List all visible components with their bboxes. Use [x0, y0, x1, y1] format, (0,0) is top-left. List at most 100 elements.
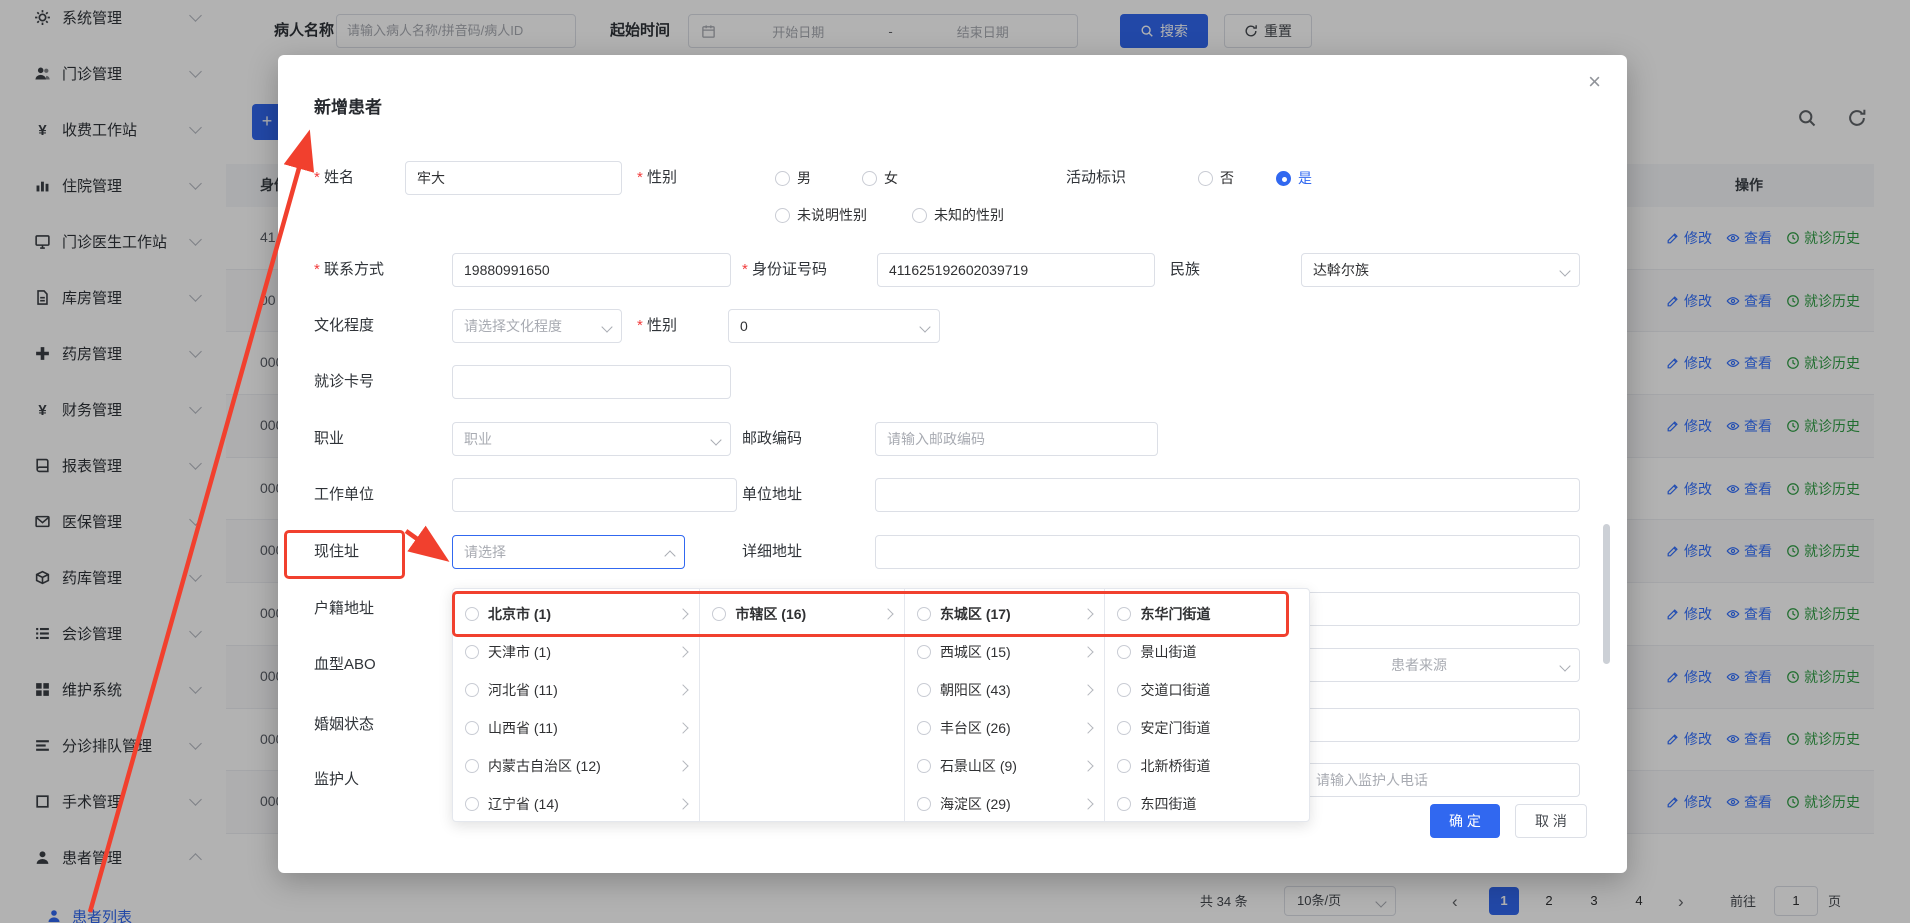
radio-icon[interactable] — [1117, 759, 1131, 773]
cascader-option-label: 内蒙古自治区 (12) — [488, 756, 601, 776]
cascader-option[interactable]: 安定门街道 — [1105, 709, 1309, 747]
gender-radio-male[interactable]: 男 — [775, 161, 811, 195]
radio-icon[interactable] — [1117, 797, 1131, 811]
radio-icon — [912, 208, 927, 223]
cascader-option[interactable]: 交道口街道 — [1105, 671, 1309, 709]
chevron-right-icon — [678, 760, 689, 771]
chevron-right-icon — [1083, 722, 1094, 733]
close-icon[interactable]: × — [1588, 69, 1601, 95]
name-input[interactable]: 牢大 — [405, 161, 622, 195]
chevron-right-icon — [1083, 760, 1094, 771]
cascader-option[interactable]: 丰台区 (26) — [905, 709, 1105, 747]
radio-icon[interactable] — [1117, 645, 1131, 659]
cascader-option[interactable]: 天津市 (1) — [453, 633, 699, 671]
contact-input[interactable]: 19880991650 — [452, 253, 731, 287]
cascader-option-label: 西城区 (15) — [940, 642, 1011, 662]
radio-icon[interactable] — [1117, 607, 1131, 621]
cascader-option[interactable]: 石景山区 (9) — [905, 747, 1105, 785]
chevron-right-icon — [678, 608, 689, 619]
visit-card-label: 就诊卡号 — [314, 365, 374, 399]
cascader-option-label: 丰台区 (26) — [940, 718, 1011, 738]
cascader-option-label: 东城区 (17) — [940, 604, 1011, 624]
radio-icon[interactable] — [712, 607, 726, 621]
chevron-down-icon — [1559, 265, 1570, 276]
visit-card-input[interactable] — [452, 365, 731, 399]
chevron-down-icon — [1559, 660, 1570, 671]
household-address-label: 户籍地址 — [314, 592, 374, 626]
ethnicity-select[interactable]: 达斡尔族 — [1301, 253, 1580, 287]
name-label: 姓名 — [314, 161, 354, 195]
add-patient-dialog: 新增患者 × 姓名 牢大 性别 男 女 活动标识 否 是 未说明性别 未知的性别… — [278, 55, 1627, 873]
radio-icon[interactable] — [465, 797, 479, 811]
active-flag-label: 活动标识 — [1066, 161, 1126, 195]
cascader-option-label: 山西省 (11) — [488, 718, 558, 738]
detail-address-label: 详细地址 — [742, 535, 802, 569]
cascader-option[interactable]: 景山街道 — [1105, 633, 1309, 671]
chevron-right-icon — [678, 684, 689, 695]
modal-scrollbar[interactable] — [1603, 524, 1610, 664]
cascader-option[interactable]: 内蒙古自治区 (12) — [453, 747, 699, 785]
cascader-option[interactable]: 河北省 (11) — [453, 671, 699, 709]
radio-icon[interactable] — [917, 721, 931, 735]
active-flag-radio-yes[interactable]: 是 — [1276, 161, 1312, 195]
cascader-option-label: 景山街道 — [1140, 642, 1196, 662]
cascader-option-label: 天津市 (1) — [488, 642, 551, 662]
chevron-right-icon — [678, 646, 689, 657]
current-address-select[interactable]: 请选择 — [452, 535, 685, 569]
occupation-select[interactable]: 职业 — [452, 422, 731, 456]
radio-icon[interactable] — [917, 759, 931, 773]
radio-icon[interactable] — [1117, 721, 1131, 735]
cascader-option[interactable]: 山西省 (11) — [453, 709, 699, 747]
radio-icon[interactable] — [917, 683, 931, 697]
chevron-right-icon — [1083, 646, 1094, 657]
cascader-option[interactable]: 北新桥街道 — [1105, 747, 1309, 785]
radio-icon[interactable] — [917, 797, 931, 811]
radio-icon[interactable] — [465, 759, 479, 773]
cascader-option[interactable]: 海淀区 (29) — [905, 785, 1105, 822]
id-number-input[interactable]: 411625192602039719 — [877, 253, 1155, 287]
confirm-button[interactable]: 确 定 — [1430, 804, 1500, 838]
radio-icon[interactable] — [465, 645, 479, 659]
cascader-option[interactable]: 北京市 (1) — [453, 595, 699, 633]
radio-icon[interactable] — [465, 607, 479, 621]
postal-code-input[interactable]: 请输入邮政编码 — [875, 422, 1158, 456]
cascader-column: 市辖区 (16) — [700, 589, 905, 821]
cascader-option[interactable]: 东四街道 — [1105, 785, 1309, 822]
radio-icon[interactable] — [917, 645, 931, 659]
cancel-button[interactable]: 取 消 — [1515, 804, 1587, 838]
gender-label: 性别 — [637, 161, 677, 195]
radio-icon[interactable] — [917, 607, 931, 621]
cascader-option-label: 交道口街道 — [1140, 680, 1210, 700]
gender-radio-unknown[interactable]: 未知的性别 — [912, 198, 1004, 232]
chevron-right-icon — [678, 722, 689, 733]
gender-code-label: 性别 — [637, 309, 677, 343]
cascader-option-label: 石景山区 (9) — [940, 756, 1017, 776]
radio-icon[interactable] — [1117, 683, 1131, 697]
unit-address-input[interactable] — [875, 478, 1580, 512]
cascader-option[interactable]: 东华门街道 — [1105, 595, 1309, 633]
chevron-right-icon — [882, 608, 893, 619]
cascader-option-label: 辽宁省 (14) — [488, 794, 559, 814]
dialog-title: 新增患者 — [314, 93, 382, 118]
cascader-option[interactable]: 东城区 (17) — [905, 595, 1105, 633]
radio-icon[interactable] — [465, 721, 479, 735]
cascader-option[interactable]: 辽宁省 (14) — [453, 785, 699, 822]
cascader-option-label: 北京市 (1) — [488, 604, 551, 624]
current-address-label: 现住址 — [314, 535, 359, 569]
app-screen: 系统管理门诊管理收费工作站住院管理门诊医生工作站库房管理药房管理财务管理报表管理… — [0, 0, 1910, 923]
work-unit-input[interactable] — [452, 478, 737, 512]
active-flag-radio-no[interactable]: 否 — [1198, 161, 1234, 195]
radio-icon[interactable] — [465, 683, 479, 697]
education-select[interactable]: 请选择文化程度 — [452, 309, 622, 343]
cascader-option[interactable]: 西城区 (15) — [905, 633, 1105, 671]
guardian-label: 监护人 — [314, 763, 359, 797]
gender-code-select[interactable]: 0 — [728, 309, 940, 343]
detail-address-input[interactable] — [875, 535, 1580, 569]
chevron-right-icon — [1083, 798, 1094, 809]
cascader-option-label: 东华门街道 — [1140, 604, 1210, 624]
gender-radio-female[interactable]: 女 — [862, 161, 898, 195]
gender-radio-unspecified[interactable]: 未说明性别 — [775, 198, 867, 232]
cascader-option-label: 安定门街道 — [1140, 718, 1210, 738]
cascader-option[interactable]: 市辖区 (16) — [700, 595, 904, 633]
cascader-option[interactable]: 朝阳区 (43) — [905, 671, 1105, 709]
